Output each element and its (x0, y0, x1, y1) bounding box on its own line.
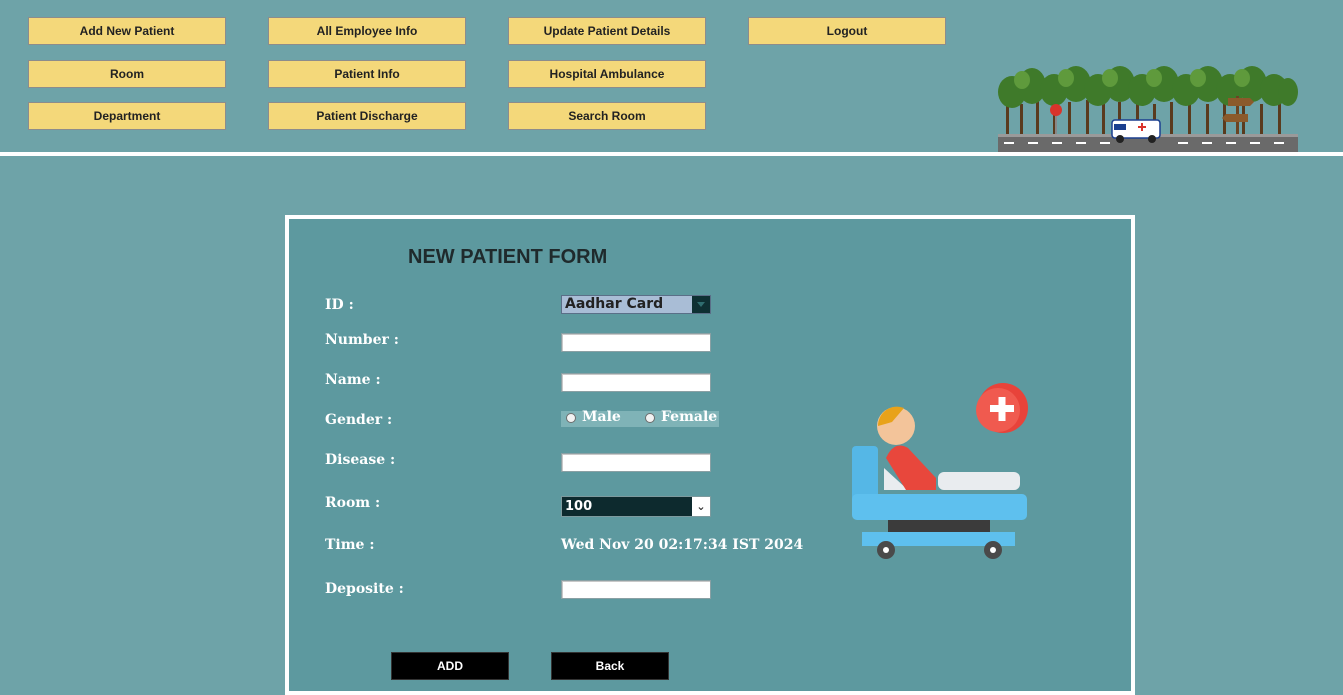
number-input[interactable] (561, 333, 711, 352)
deposite-label: Deposite : (325, 581, 404, 597)
update-patient-details-button[interactable]: Update Patient Details (508, 17, 706, 45)
disease-input[interactable] (561, 453, 711, 472)
id-label: ID : (325, 297, 354, 313)
room-selected-value: 100 (565, 499, 593, 514)
gender-label: Gender : (325, 412, 393, 428)
ambulance-road-scene-image (998, 66, 1298, 152)
number-label: Number : (325, 332, 399, 348)
room-label: Room : (325, 495, 381, 511)
name-input[interactable] (561, 373, 711, 392)
deposite-input[interactable] (561, 580, 711, 599)
chevron-down-icon[interactable] (692, 296, 710, 313)
patient-bed-illustration (852, 383, 1028, 559)
search-room-button[interactable]: Search Room (508, 102, 706, 130)
add-button[interactable]: ADD (391, 652, 509, 680)
chevron-down-icon[interactable]: ⌄ (692, 497, 710, 516)
room-button[interactable]: Room (28, 60, 226, 88)
time-value: Wed Nov 20 02:17:34 IST 2024 (561, 537, 804, 553)
all-employee-info-button[interactable]: All Employee Info (268, 17, 466, 45)
male-radio[interactable] (566, 413, 576, 423)
department-button[interactable]: Department (28, 102, 226, 130)
id-type-selected-value: Aadhar Card (565, 296, 664, 312)
logout-button[interactable]: Logout (748, 17, 946, 45)
female-radio-label[interactable]: Female (661, 409, 717, 425)
room-select[interactable]: 100 ⌄ (561, 496, 711, 517)
gender-radio-group: Male Female (561, 409, 719, 427)
add-new-patient-button[interactable]: Add New Patient (28, 17, 226, 45)
female-radio[interactable] (645, 413, 655, 423)
hospital-ambulance-button[interactable]: Hospital Ambulance (508, 60, 706, 88)
header-divider (0, 152, 1343, 156)
patient-discharge-button[interactable]: Patient Discharge (268, 102, 466, 130)
form-title: NEW PATIENT FORM (408, 246, 608, 268)
time-label: Time : (325, 537, 375, 553)
male-radio-label[interactable]: Male (582, 409, 621, 425)
top-navigation-bar: Add New Patient All Employee Info Update… (0, 0, 1343, 152)
disease-label: Disease : (325, 452, 396, 468)
patient-info-button[interactable]: Patient Info (268, 60, 466, 88)
back-button[interactable]: Back (551, 652, 669, 680)
id-type-select[interactable]: Aadhar Card (561, 295, 711, 314)
name-label: Name : (325, 372, 381, 388)
